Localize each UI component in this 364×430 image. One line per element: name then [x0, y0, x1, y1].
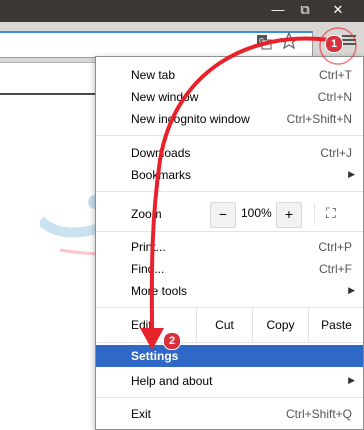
step-badge-1: 1: [325, 35, 343, 53]
step-badge-2: 2: [163, 332, 181, 350]
annotation-arrow: [140, 27, 357, 350]
